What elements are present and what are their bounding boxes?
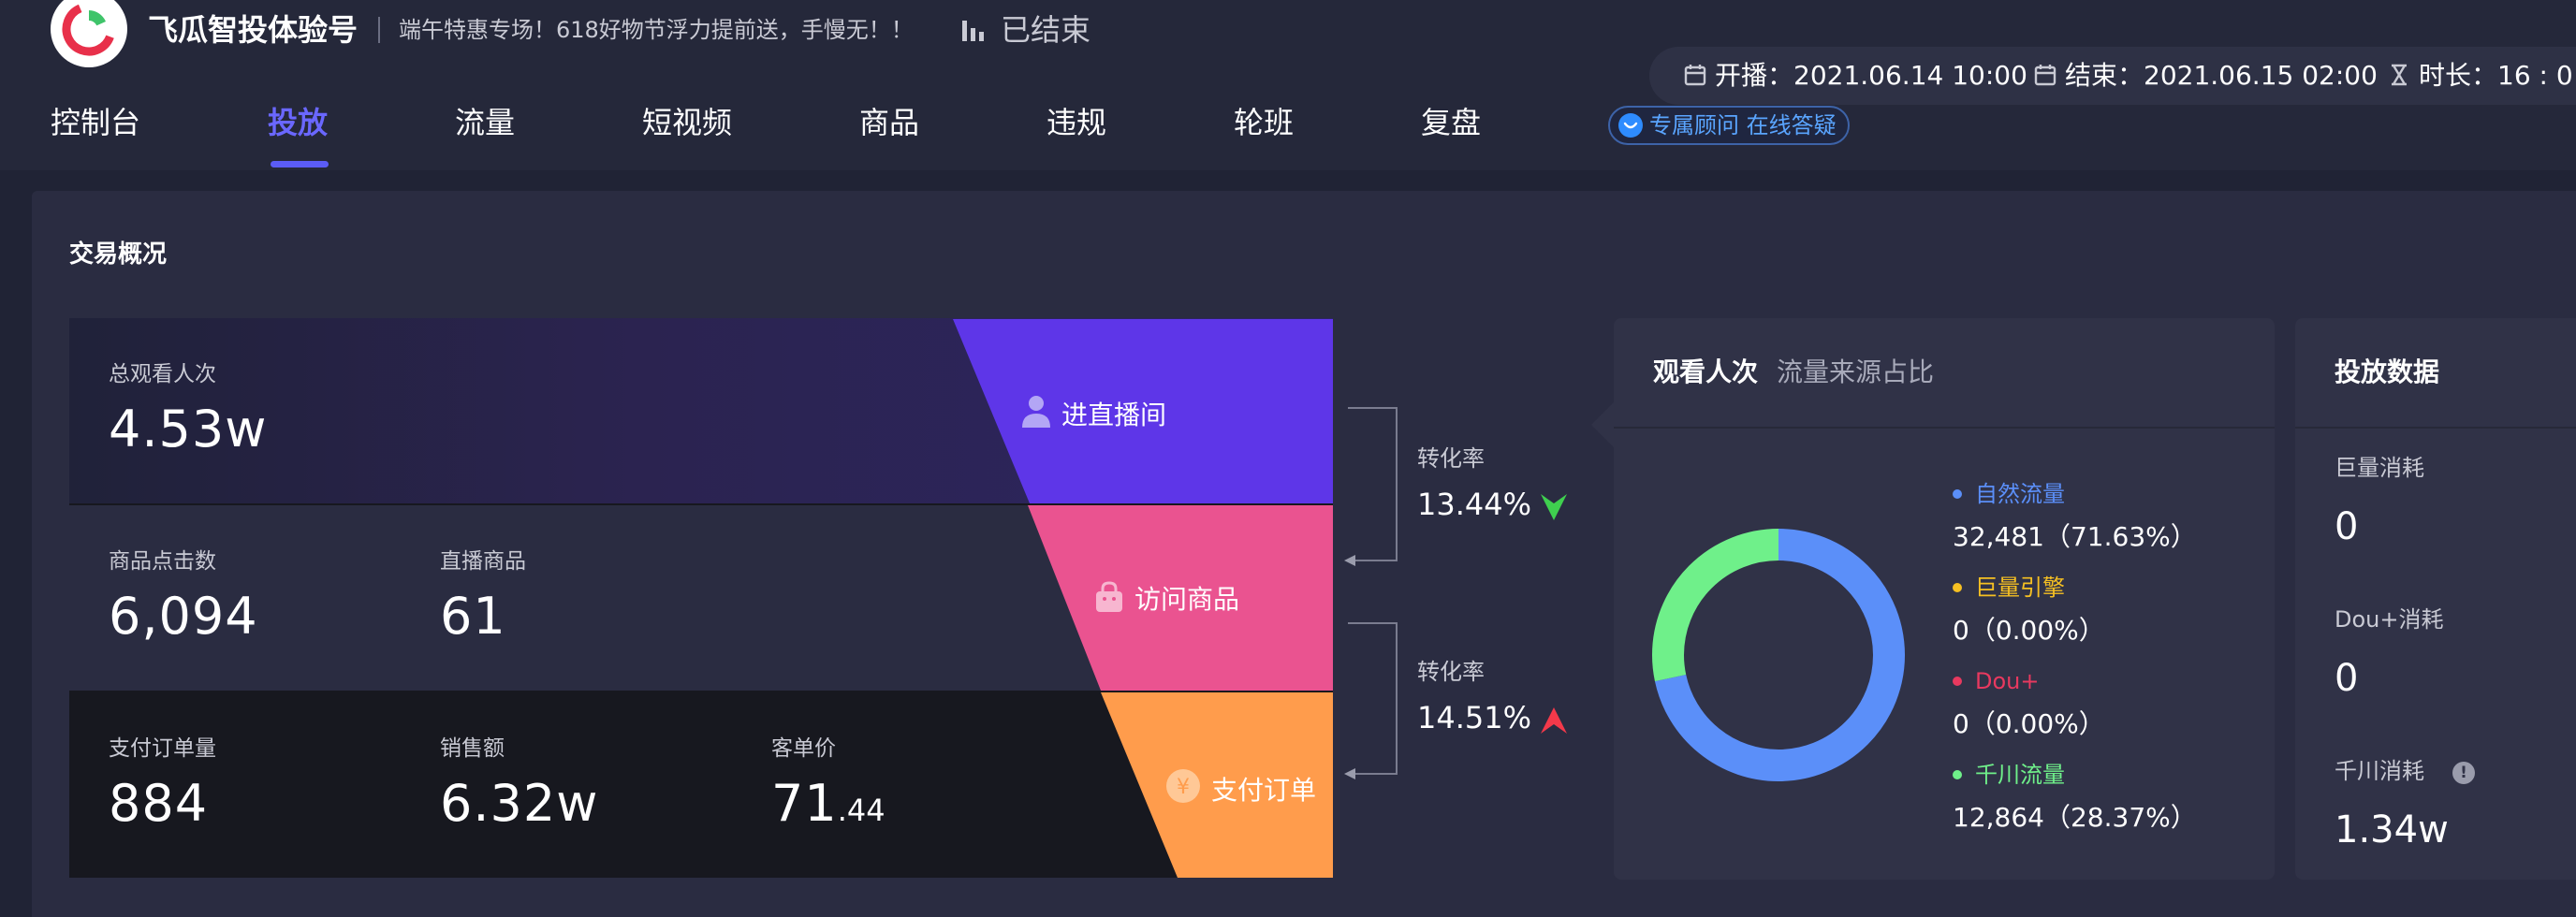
trend-down-icon	[1541, 494, 1567, 520]
yuan-coin-icon: ¥	[1166, 769, 1200, 803]
conversion-rate-label: 转化率	[1417, 659, 1485, 685]
legend-item[interactable]: 千川流量 12,864（28.37%）	[1953, 760, 2197, 837]
legend-item[interactable]: 巨量引擎 0（0.00%）	[1953, 573, 2105, 649]
traffic-source-subtitle: 流量来源占比	[1777, 357, 1935, 387]
info-icon[interactable]: !	[2452, 762, 2475, 784]
shopping-bag-icon	[1096, 581, 1122, 612]
funnel-label-visit: 访问商品	[1093, 580, 1239, 617]
legend-dot-icon	[1953, 583, 1962, 592]
ad-data-title: 投放数据	[2334, 357, 2440, 387]
live-dashboard: 飞瓜智投体验号 端午特惠专场！618好物节浮力提前送，手慢无！！ 已结束 开播：…	[0, 0, 2576, 917]
conversion-rate-label: 转化率	[1417, 445, 1485, 472]
svg-text:¥: ¥	[1177, 776, 1190, 799]
conversion-rate-value: 14.51%	[1417, 700, 1532, 735]
funnel-label-pay: ¥ 支付订单	[1164, 767, 1316, 808]
legend-dot-icon	[1953, 770, 1962, 779]
traffic-source-title: 观看人次	[1653, 357, 1759, 387]
ad-data-header: 投放数据	[2295, 318, 2576, 429]
legend-label: 千川流量	[1975, 762, 2065, 788]
connector-arrow-icon	[1344, 555, 1355, 566]
legend-label: 巨量引擎	[1975, 575, 2065, 601]
ad-metric-douplus: Dou+消耗 0	[2334, 606, 2444, 700]
legend-dot-icon	[1953, 489, 1962, 499]
legend-item[interactable]: 自然流量 32,481（71.63%）	[1953, 479, 2197, 556]
legend-value: 0（0.00%）	[1953, 708, 2105, 739]
legend-dot-icon	[1953, 677, 1962, 686]
traffic-source-header: 观看人次 流量来源占比	[1614, 318, 2275, 429]
legend-item[interactable]: Dou+ 0（0.00%）	[1953, 666, 2105, 743]
connector-line	[1348, 622, 1398, 775]
connector-arrow-icon	[1344, 768, 1355, 779]
legend-value: 12,864（28.37%）	[1953, 802, 2197, 833]
trend-up-icon	[1541, 707, 1567, 734]
ad-metric-juliang: 巨量消耗 0	[2334, 455, 2424, 548]
ad-metric-qianchuan: 千川消耗! 1.34w	[2334, 756, 2475, 855]
legend-value: 32,481（71.63%）	[1953, 521, 2197, 552]
legend-label: Dou+	[1975, 668, 2040, 694]
legend-value: 0（0.00%）	[1953, 615, 2105, 646]
traffic-donut-chart	[1652, 529, 1905, 781]
card-pointer	[1591, 400, 1616, 449]
user-icon	[1022, 396, 1050, 428]
conversion-rate-value: 13.44%	[1417, 487, 1532, 522]
funnel-label-enter: 进直播间	[1020, 394, 1166, 432]
connector-line	[1348, 407, 1398, 561]
legend-label: 自然流量	[1975, 481, 2065, 507]
